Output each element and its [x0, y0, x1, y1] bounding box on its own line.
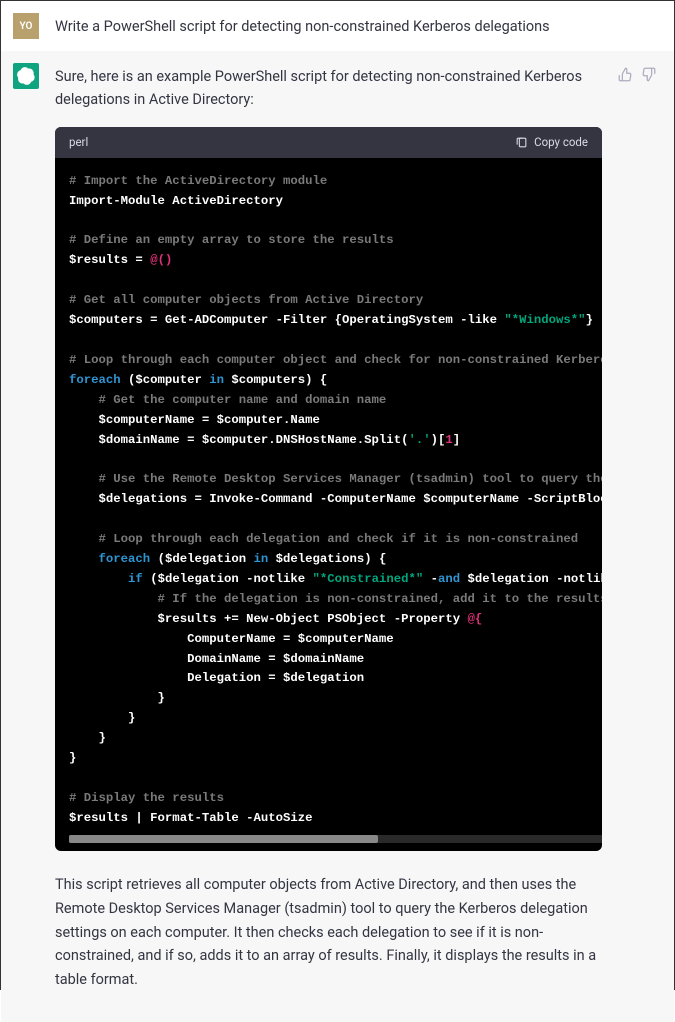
code-content: # Import the ActiveDirectory module Impo…: [69, 172, 602, 829]
copy-code-label: Copy code: [534, 133, 588, 151]
code-block: perl Copy code # Import the ActiveDirect…: [55, 127, 602, 850]
thumbs-up-icon: [618, 67, 633, 82]
openai-logo-icon: [17, 67, 35, 85]
user-avatar: YO: [13, 13, 39, 39]
assistant-explanation-text: This script retrieves all computer objec…: [55, 873, 602, 993]
code-header: perl Copy code: [55, 127, 602, 157]
copy-code-button[interactable]: Copy code: [515, 133, 588, 151]
user-prompt-text: Write a PowerShell script for detecting …: [55, 13, 656, 39]
feedback-buttons: [618, 63, 656, 992]
clipboard-icon: [515, 136, 528, 149]
code-language-label: perl: [69, 133, 88, 151]
thumbs-down-icon: [641, 67, 656, 82]
scrollbar-thumb[interactable]: [69, 835, 378, 843]
code-body[interactable]: # Import the ActiveDirectory module Impo…: [55, 158, 602, 851]
assistant-intro-text: Sure, here is an example PowerShell scri…: [55, 65, 602, 111]
thumbs-up-button[interactable]: [618, 67, 633, 992]
thumbs-down-button[interactable]: [641, 67, 656, 992]
user-message-row: YO Write a PowerShell script for detecti…: [1, 1, 674, 51]
assistant-message-row: Sure, here is an example PowerShell scri…: [1, 51, 674, 1022]
assistant-avatar: [13, 63, 39, 89]
assistant-content: Sure, here is an example PowerShell scri…: [55, 63, 602, 992]
horizontal-scrollbar[interactable]: [69, 835, 602, 843]
